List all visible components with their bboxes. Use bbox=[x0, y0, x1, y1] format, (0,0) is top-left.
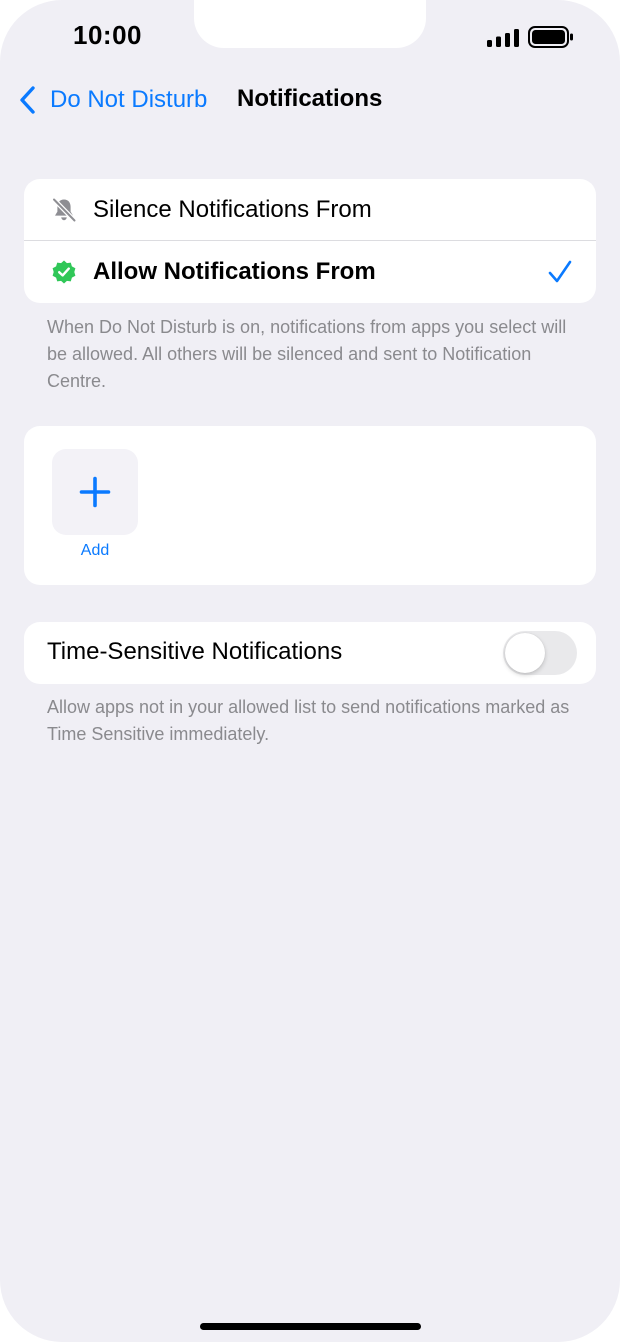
home-indicator[interactable] bbox=[200, 1323, 421, 1330]
add-app-label[interactable]: Add bbox=[52, 542, 138, 560]
status-time: 10:00 bbox=[73, 20, 142, 50]
add-app-button[interactable] bbox=[52, 449, 138, 535]
time-sensitive-footnote: Allow apps not in your allowed list to s… bbox=[47, 697, 570, 744]
option-label: Silence Notifications From bbox=[93, 196, 372, 223]
option-label: Allow Notifications From bbox=[93, 258, 376, 285]
toggle-knob bbox=[505, 633, 545, 673]
allowed-apps-group: Add bbox=[24, 426, 596, 585]
time-sensitive-toggle[interactable] bbox=[503, 631, 577, 675]
back-button-label: Do Not Disturb bbox=[50, 86, 208, 113]
plus-icon bbox=[79, 476, 111, 508]
time-sensitive-label: Time-Sensitive Notifications bbox=[47, 638, 343, 665]
battery-full-icon bbox=[528, 26, 573, 48]
time-sensitive-group: Time-Sensitive Notifications bbox=[24, 622, 596, 684]
page-title: Notifications bbox=[237, 85, 383, 112]
option-silence-notifications[interactable]: Silence Notifications From bbox=[24, 179, 596, 241]
checkmark-icon bbox=[548, 260, 572, 283]
bell-slash-icon bbox=[51, 197, 77, 223]
cellular-signal-icon bbox=[487, 29, 519, 47]
chevron-left-icon bbox=[20, 86, 35, 114]
option-allow-notifications[interactable]: Allow Notifications From bbox=[24, 241, 596, 303]
notch bbox=[194, 0, 426, 48]
mode-footnote: When Do Not Disturb is on, notifications… bbox=[47, 317, 567, 391]
back-button[interactable]: Do Not Disturb bbox=[18, 84, 207, 116]
phone-screen: 10:00 Do Not Disturb Notifications Silen… bbox=[0, 0, 620, 1342]
verified-badge-icon bbox=[52, 260, 76, 284]
mode-selection-group: Silence Notifications From Allow Notific… bbox=[24, 179, 596, 303]
